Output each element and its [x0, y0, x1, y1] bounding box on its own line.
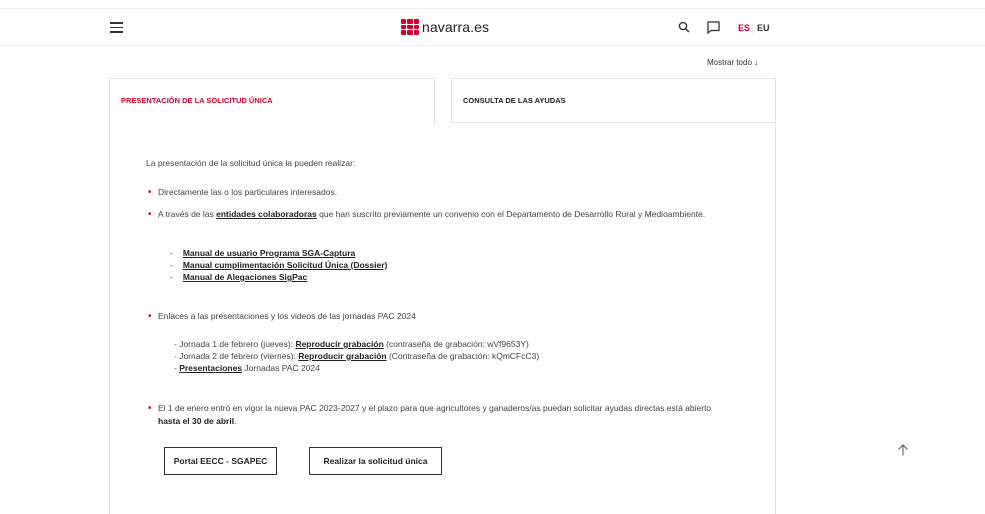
list-item: - Manual de usuario Programa SGA-Captura	[170, 248, 356, 258]
deadline-text: hasta el 30 de abril	[158, 416, 235, 426]
jornada2-recording-link[interactable]: Reproducir grabación	[298, 351, 386, 361]
list-item: - Jornada 1 de febrero (jueves): Reprodu…	[174, 338, 539, 350]
site-logo[interactable]: navarra.es	[401, 19, 489, 35]
intro-text: La presentación de la solicitud única la…	[146, 158, 356, 168]
show-all-toggle[interactable]: Mostrar todo ↓	[707, 58, 758, 67]
list-item: - Manual cumplimentación Solicitud Única …	[170, 260, 388, 270]
jornada1-recording-link[interactable]: Reproducir grabación	[295, 339, 383, 349]
jornada-text: (contraseña de grabación: wVf9653Y)	[383, 339, 529, 349]
list-item: El 1 de enero entró en vigor la nueva PA…	[148, 402, 718, 428]
bullet-text: que han suscrito previamente un convenio…	[316, 209, 706, 219]
entidades-colaboradoras-link[interactable]: entidades colaboradoras	[216, 209, 317, 219]
bullet-text: El 1 de enero entró en vigor la nueva PA…	[158, 403, 712, 413]
tab-consulta-ayudas[interactable]: CONSULTA DE LAS AYUDAS	[451, 78, 776, 123]
presentaciones-link[interactable]: Presentaciones	[179, 363, 242, 373]
tab-bar: PRESENTACIÓN DE LA SOLICITUD ÚNICA CONSU…	[109, 78, 776, 125]
realizar-solicitud-button[interactable]: Realizar la solicitud única	[309, 447, 442, 475]
hamburger-menu-icon[interactable]	[110, 22, 123, 33]
navarra-logo-icon	[401, 19, 419, 35]
language-separator: |	[751, 23, 754, 33]
list-item: - Presentaciones Jornadas PAC 2024	[174, 362, 539, 374]
manuals-list: - Manual de usuario Programa SGA-Captura …	[170, 247, 387, 283]
portal-eecc-button[interactable]: Portal EECC - SGAPEC	[164, 447, 277, 475]
arrow-up-icon[interactable]	[897, 444, 909, 456]
bullet-text: A través de las	[158, 209, 217, 219]
top-navigation-bar: navarra.es ES | EU	[0, 8, 985, 46]
list-item: - Jornada 2 de febrero (viernes): Reprod…	[174, 350, 539, 362]
logo-text: navarra.es	[422, 19, 490, 35]
tab-presentacion-solicitud[interactable]: PRESENTACIÓN DE LA SOLICITUD ÚNICA	[109, 78, 435, 125]
bullet-text: .	[234, 416, 237, 426]
manual-sigpac-link[interactable]: Manual de Alegaciones SigPac	[183, 272, 307, 282]
jornada-text: - Jornada 2 de febrero (viernes):	[174, 351, 299, 361]
jornada-text: Jornadas PAC 2024	[242, 363, 320, 373]
jornadas-list: - Jornada 1 de febrero (jueves): Reprodu…	[174, 338, 539, 374]
chat-icon[interactable]	[707, 21, 720, 34]
language-eu-link[interactable]: EU	[757, 23, 770, 33]
manual-solicitud-unica-link[interactable]: Manual cumplimentación Solicitud Única (…	[183, 260, 388, 270]
list-item: A través de las entidades colaboradoras …	[148, 208, 718, 221]
language-es-link[interactable]: ES	[738, 23, 750, 33]
search-icon[interactable]	[678, 21, 690, 33]
list-item: Enlaces a las presentaciones y los video…	[148, 310, 416, 323]
jornada-text: (Contraseña de grabación: kQmCFcC3)	[386, 351, 540, 361]
list-item: - Manual de Alegaciones SigPac	[170, 272, 308, 282]
list-item: Directamente las o los particulares inte…	[148, 186, 337, 199]
jornada-text: - Jornada 1 de febrero (jueves):	[174, 339, 296, 349]
manual-sga-captura-link[interactable]: Manual de usuario Programa SGA-Captura	[183, 248, 355, 258]
